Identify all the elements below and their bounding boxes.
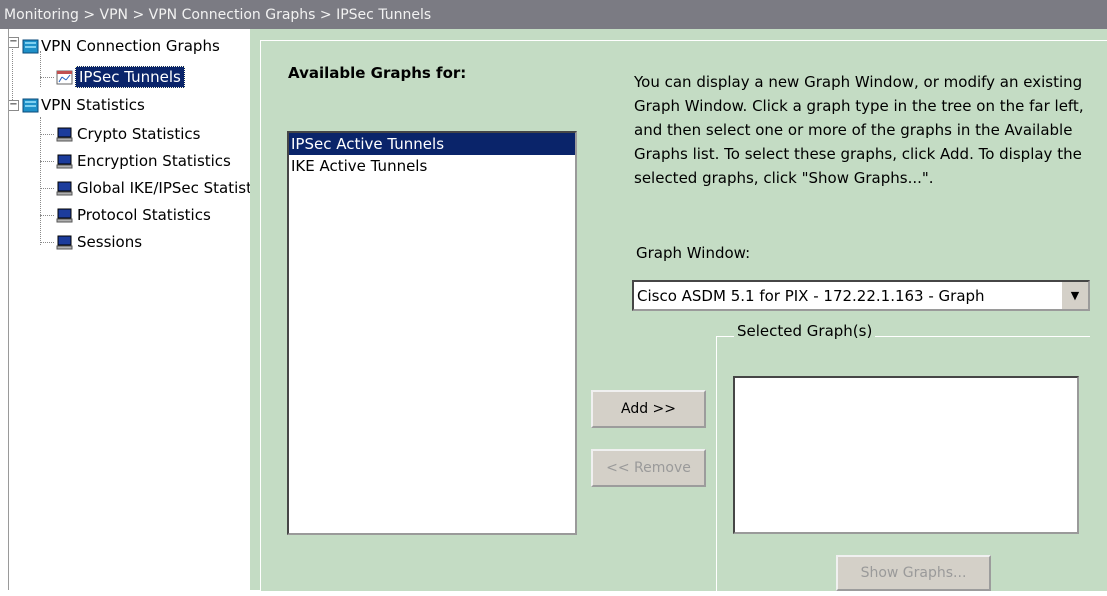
tree-item-label: Sessions: [77, 233, 143, 251]
show-graphs-button[interactable]: Show Graphs...: [836, 555, 991, 591]
tree-item-vpn-statistics[interactable]: VPN Statistics: [22, 93, 145, 117]
collapse-toggle-icon[interactable]: −: [8, 37, 19, 48]
monitor-icon: [56, 153, 73, 170]
available-graphs-list[interactable]: IPSec Active Tunnels IKE Active Tunnels: [287, 131, 577, 535]
graph-window-label: Graph Window:: [636, 244, 751, 262]
tree-item-encryption-statistics[interactable]: Encryption Statistics: [56, 149, 231, 173]
selected-graphs-list[interactable]: [733, 376, 1079, 534]
graph-window-value: Cisco ASDM 5.1 for PIX - 172.22.1.163 - …: [637, 286, 985, 305]
tree-item-label: VPN Statistics: [41, 96, 145, 114]
list-item[interactable]: IKE Active Tunnels: [289, 155, 575, 177]
monitor-icon: [56, 234, 73, 251]
tree-item-label: Encryption Statistics: [77, 152, 231, 170]
tree-item-sessions[interactable]: Sessions: [56, 230, 142, 254]
breadcrumb: Monitoring > VPN > VPN Connection Graphs…: [0, 0, 1107, 29]
monitor-icon: [56, 180, 73, 197]
folder-icon: [22, 38, 39, 55]
tree-divider: [8, 29, 9, 590]
instructions-text: You can display a new Graph Window, or m…: [634, 73, 1084, 187]
monitor-icon: [56, 207, 73, 224]
tree-item-vpn-connection-graphs[interactable]: VPN Connection Graphs: [22, 34, 220, 58]
folder-icon: [22, 97, 39, 114]
tree-item-label: Crypto Statistics: [77, 125, 201, 143]
list-item[interactable]: IPSec Active Tunnels: [289, 133, 575, 155]
tree-item-crypto-statistics[interactable]: Crypto Statistics: [56, 122, 200, 146]
graph-icon: [56, 69, 73, 86]
remove-button[interactable]: << Remove: [591, 449, 706, 487]
tree-item-ipsec-tunnels[interactable]: IPSec Tunnels: [56, 65, 185, 89]
graph-window-select[interactable]: Cisco ASDM 5.1 for PIX - 172.22.1.163 - …: [632, 280, 1090, 311]
monitor-icon: [56, 126, 73, 143]
tree-item-label: VPN Connection Graphs: [41, 37, 220, 55]
collapse-toggle-icon[interactable]: −: [8, 100, 19, 111]
available-graphs-title: Available Graphs for:: [288, 64, 467, 82]
tree-item-label: IPSec Tunnels: [75, 66, 185, 88]
navigation-tree: − VPN Connection Graphs IPSec Tunnels − …: [0, 29, 250, 590]
tree-item-label: Global IKE/IPSec Statistics: [77, 179, 250, 197]
chevron-down-icon[interactable]: ▼: [1061, 282, 1088, 309]
tree-item-protocol-statistics[interactable]: Protocol Statistics: [56, 203, 211, 227]
tree-item-global-ike-ipsec-statistics[interactable]: Global IKE/IPSec Statistics: [56, 176, 250, 200]
add-button[interactable]: Add >>: [591, 390, 706, 428]
tree-item-label: Protocol Statistics: [77, 206, 211, 224]
selected-graphs-title: Selected Graph(s): [734, 322, 876, 340]
